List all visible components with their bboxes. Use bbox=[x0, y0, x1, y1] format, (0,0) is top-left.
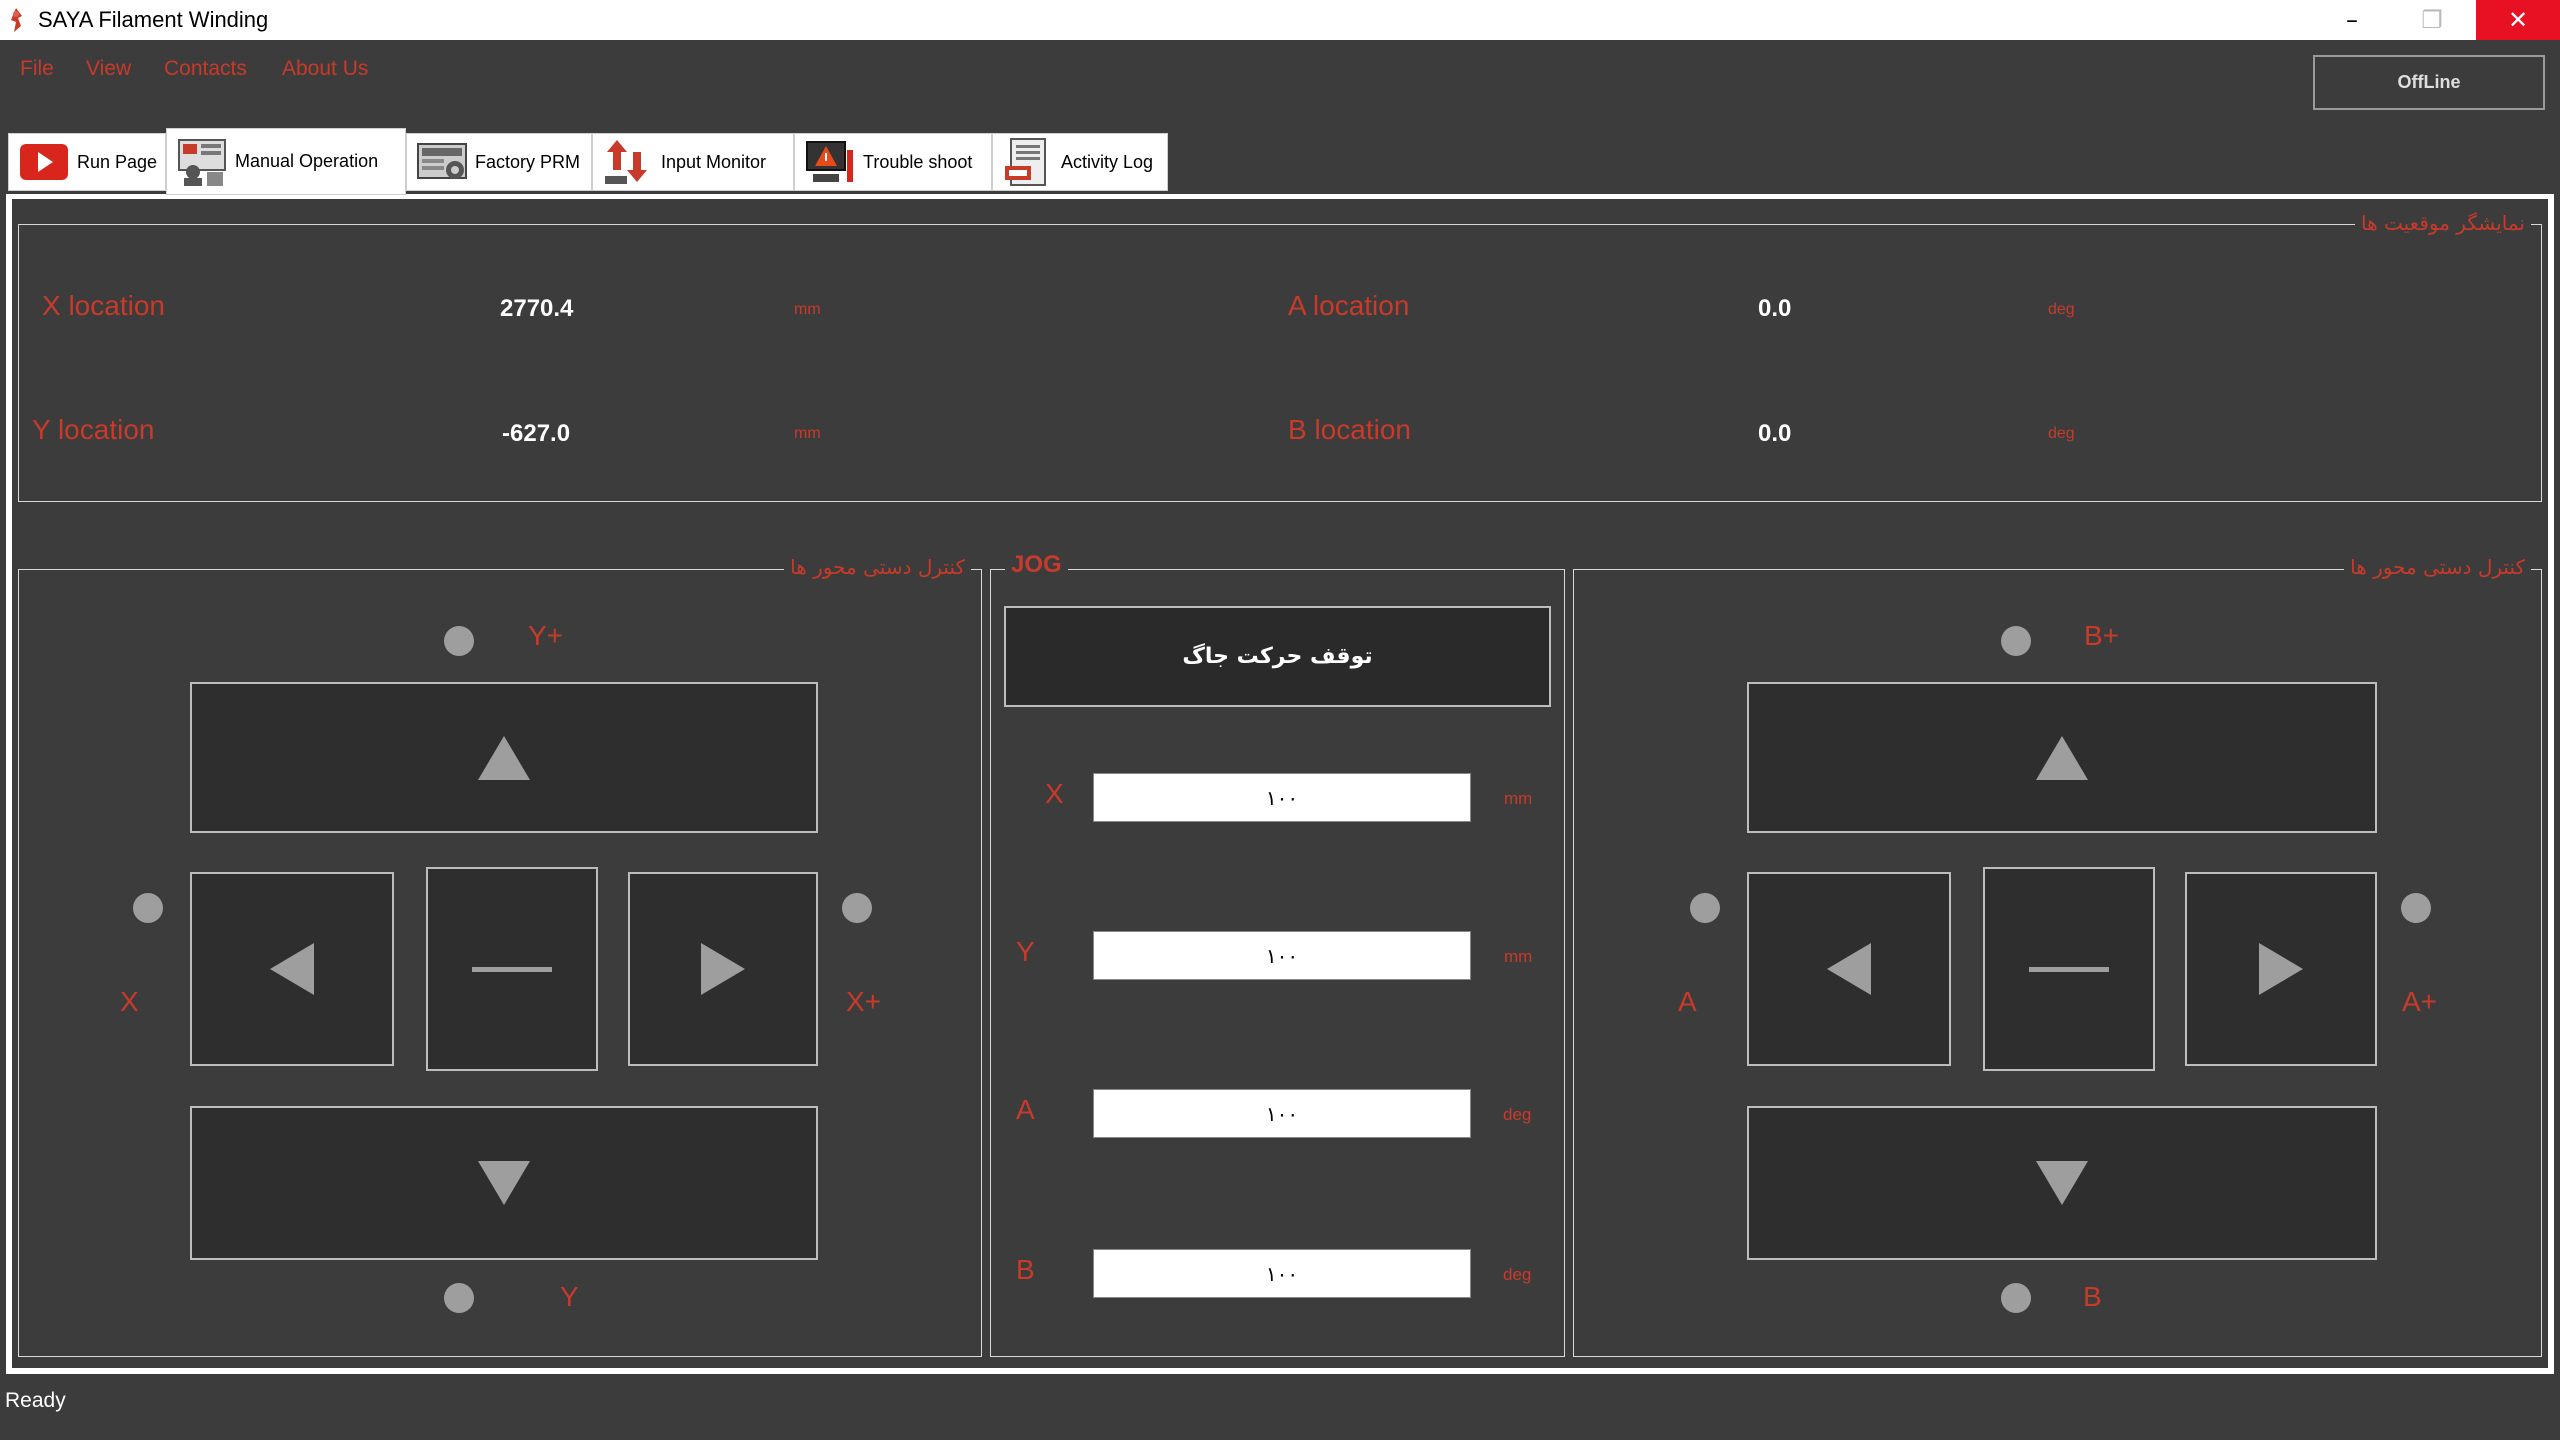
minimize-button[interactable]: – bbox=[2312, 0, 2392, 40]
stop-jog-button[interactable]: توقف حرکت جاگ bbox=[1004, 606, 1551, 707]
x-plus-button[interactable] bbox=[628, 872, 818, 1066]
title-bar bbox=[0, 0, 2560, 40]
group-title: کنترل دستی محور ها bbox=[784, 555, 971, 579]
x-plus-indicator bbox=[842, 893, 872, 923]
b-location-value: 0.0 bbox=[1758, 420, 1792, 447]
y-minus-button[interactable] bbox=[190, 1106, 818, 1260]
x-location-unit: mm bbox=[794, 301, 821, 318]
maximize-button[interactable]: ❐ bbox=[2392, 0, 2472, 40]
menu-contacts[interactable]: Contacts bbox=[164, 57, 247, 81]
x-location-label: X location bbox=[42, 290, 165, 321]
tab-label: Input Monitor bbox=[661, 151, 767, 172]
y-plus-indicator bbox=[444, 626, 474, 656]
factory-settings-icon bbox=[415, 136, 469, 188]
a-minus-button[interactable] bbox=[1747, 872, 1951, 1066]
tab-factory-prm[interactable]: Factory PRM bbox=[406, 133, 592, 191]
a-minus-label: A bbox=[1678, 986, 1697, 1017]
arrow-up-icon bbox=[2036, 735, 2088, 780]
tab-input-monitor[interactable]: Input Monitor bbox=[592, 133, 794, 191]
x-plus-label: X+ bbox=[846, 986, 882, 1017]
tab-activity-log[interactable]: Activity Log bbox=[992, 133, 1168, 191]
jog-a-unit: deg bbox=[1503, 1105, 1532, 1124]
y-minus-label: Y bbox=[560, 1281, 579, 1312]
tab-label: Run Page bbox=[77, 151, 158, 172]
y-location-unit: mm bbox=[794, 425, 821, 442]
a-plus-button[interactable] bbox=[2185, 872, 2377, 1066]
y-location-label: Y location bbox=[32, 414, 155, 445]
arrow-left-icon bbox=[270, 943, 314, 995]
b-plus-indicator bbox=[2001, 626, 2031, 656]
x-minus-button[interactable] bbox=[190, 872, 394, 1066]
tab-label: Factory PRM bbox=[475, 151, 581, 172]
tab-manual-operation[interactable]: Manual Operation bbox=[166, 128, 406, 195]
tab-label: Manual Operation bbox=[235, 151, 379, 171]
play-icon bbox=[17, 136, 71, 188]
jog-b-label: B bbox=[1016, 1254, 1035, 1285]
position-display-group: نمایشگر موقعیت ها bbox=[18, 211, 2542, 502]
jog-y-unit: mm bbox=[1504, 947, 1533, 966]
y-location-value: -627.0 bbox=[502, 420, 571, 447]
jog-y-label: Y bbox=[1016, 936, 1035, 967]
menu-view[interactable]: View bbox=[86, 57, 131, 81]
tab-run-page[interactable]: Run Page bbox=[8, 133, 166, 191]
group-title: نمایشگر موقعیت ها bbox=[2355, 211, 2531, 235]
a-plus-indicator bbox=[2401, 893, 2431, 923]
tab-trouble-shoot[interactable]: Trouble shoot bbox=[794, 133, 992, 191]
b-minus-indicator bbox=[2001, 1283, 2031, 1313]
a-location-value: 0.0 bbox=[1758, 295, 1792, 322]
jog-x-distance-input[interactable] bbox=[1093, 773, 1471, 822]
status-bar bbox=[0, 1378, 2560, 1440]
stop-dash-icon bbox=[472, 966, 552, 972]
arrow-up-icon bbox=[478, 735, 530, 780]
group-title: JOG bbox=[1005, 551, 1068, 579]
xy-stop-button[interactable] bbox=[426, 867, 598, 1071]
connection-status-button[interactable]: OffLine bbox=[2313, 55, 2545, 110]
b-location-unit: deg bbox=[2048, 425, 2075, 442]
x-minus-indicator bbox=[133, 893, 163, 923]
tab-label: Trouble shoot bbox=[863, 151, 973, 172]
status-text: Ready bbox=[5, 1389, 66, 1412]
window-title: SAYA Filament Winding bbox=[38, 7, 269, 32]
jog-x-unit: mm bbox=[1504, 789, 1533, 808]
close-button[interactable]: ✕ bbox=[2476, 0, 2560, 40]
b-plus-label: B+ bbox=[2084, 620, 2120, 651]
jog-b-unit: deg bbox=[1503, 1265, 1532, 1284]
arrow-down-icon bbox=[478, 1161, 530, 1205]
app-logo-icon bbox=[6, 6, 26, 34]
b-minus-label: B bbox=[2083, 1281, 2102, 1312]
a-location-unit: deg bbox=[2048, 301, 2075, 318]
jog-a-distance-input[interactable] bbox=[1093, 1089, 1471, 1138]
jog-a-label: A bbox=[1016, 1094, 1035, 1125]
log-document-icon bbox=[1001, 136, 1055, 188]
a-location-label: A location bbox=[1288, 290, 1410, 321]
io-arrows-icon bbox=[601, 136, 655, 188]
b-location-label: B location bbox=[1288, 414, 1411, 445]
tab-label: Activity Log bbox=[1061, 151, 1154, 172]
ab-stop-button[interactable] bbox=[1983, 867, 2155, 1071]
a-minus-indicator bbox=[1690, 893, 1720, 923]
arrow-right-icon bbox=[2259, 943, 2303, 995]
x-location-value: 2770.4 bbox=[500, 295, 574, 322]
stop-dash-icon bbox=[2029, 966, 2109, 972]
y-minus-indicator bbox=[444, 1283, 474, 1313]
arrow-down-icon bbox=[2036, 1161, 2088, 1205]
manual-operator-icon bbox=[175, 136, 229, 188]
y-plus-label: Y+ bbox=[528, 620, 564, 651]
menu-file[interactable]: File bbox=[20, 57, 54, 81]
a-plus-label: A+ bbox=[2402, 986, 2438, 1017]
arrow-left-icon bbox=[1827, 943, 1871, 995]
b-minus-button[interactable] bbox=[1747, 1106, 2377, 1260]
jog-y-distance-input[interactable] bbox=[1093, 931, 1471, 980]
jog-b-distance-input[interactable] bbox=[1093, 1249, 1471, 1298]
y-plus-button[interactable] bbox=[190, 682, 818, 833]
arrow-right-icon bbox=[701, 943, 745, 995]
jog-x-label: X bbox=[1045, 778, 1064, 809]
x-minus-label: X bbox=[120, 986, 139, 1017]
b-plus-button[interactable] bbox=[1747, 682, 2377, 833]
menu-about-us[interactable]: About Us bbox=[282, 57, 368, 81]
alarm-computer-icon bbox=[803, 136, 857, 188]
group-title: کنترل دستی محور ها bbox=[2344, 555, 2531, 579]
